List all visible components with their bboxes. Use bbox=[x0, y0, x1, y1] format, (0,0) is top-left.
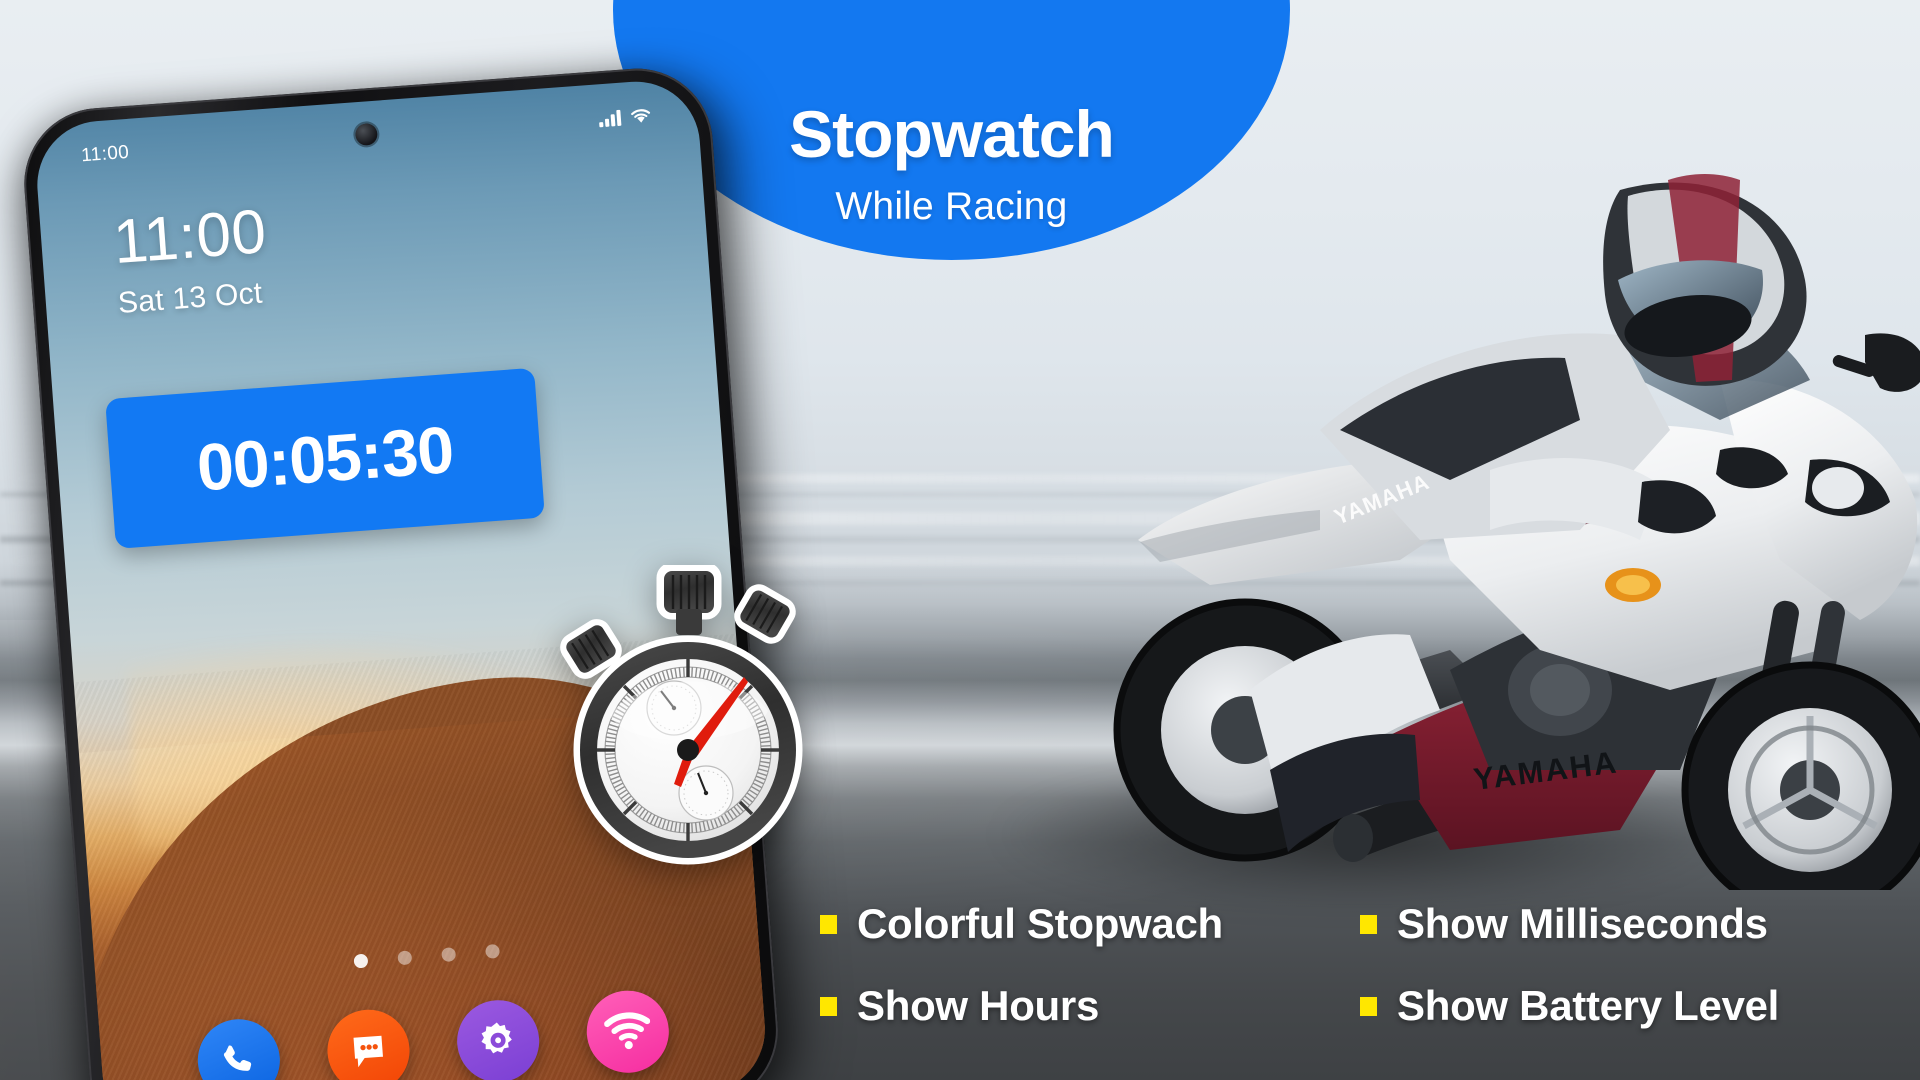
motorcycle-image: R1 YAMAHA bbox=[1113, 174, 1920, 890]
wifi-app-icon[interactable] bbox=[583, 987, 672, 1076]
app-title: Stopwatch bbox=[789, 97, 1115, 171]
bullet-icon bbox=[820, 914, 837, 934]
messages-app-icon[interactable] bbox=[324, 1006, 413, 1080]
lock-screen-date: Sat 13 Oct bbox=[116, 276, 264, 321]
bullet-icon bbox=[820, 996, 837, 1016]
status-bar-time: 11:00 bbox=[80, 141, 130, 167]
stopwatch-widget[interactable]: 00:05:30 bbox=[105, 367, 545, 549]
stopwatch-subdial-lower bbox=[678, 765, 734, 821]
promo-banner: R1 YAMAHA bbox=[0, 0, 1920, 1080]
feature-list: Colorful Stopwach Show Milliseconds Show… bbox=[820, 900, 1900, 1030]
phone-handset-icon bbox=[223, 1045, 252, 1071]
feature-item: Show Battery Level bbox=[1360, 982, 1900, 1030]
feature-label: Show Milliseconds bbox=[1397, 900, 1768, 947]
feature-label: Show Battery Level bbox=[1397, 982, 1780, 1029]
status-bar-icons bbox=[598, 106, 652, 127]
gear-icon bbox=[481, 1022, 512, 1054]
settings-app-icon[interactable] bbox=[454, 997, 543, 1080]
helmet bbox=[1603, 174, 1807, 386]
front-wheel bbox=[1681, 661, 1920, 890]
bullet-icon bbox=[1360, 996, 1377, 1016]
lock-screen-time: 11:00 bbox=[111, 197, 269, 278]
feature-label: Show Hours bbox=[857, 982, 1100, 1029]
page-dot[interactable] bbox=[485, 943, 501, 959]
stopwatch-time-value: 00:05:30 bbox=[194, 412, 456, 505]
chat-bubble-icon bbox=[353, 1035, 383, 1068]
wifi-icon bbox=[631, 108, 651, 123]
phone-app-icon[interactable] bbox=[194, 1016, 283, 1080]
feature-item: Show Milliseconds bbox=[1360, 900, 1900, 948]
app-subtitle: While Racing bbox=[835, 185, 1068, 228]
lock-screen-clock: 11:00 Sat 13 Oct bbox=[111, 197, 272, 321]
page-dot[interactable] bbox=[397, 950, 413, 966]
bullet-icon bbox=[1360, 914, 1377, 934]
feature-item: Colorful Stopwach bbox=[820, 900, 1360, 948]
wifi-signal-icon bbox=[603, 1012, 651, 1050]
feature-item: Show Hours bbox=[820, 982, 1360, 1030]
page-dot[interactable] bbox=[441, 947, 457, 963]
signal-bars-icon bbox=[598, 108, 622, 127]
feature-label: Colorful Stopwach bbox=[857, 900, 1223, 947]
page-dot[interactable] bbox=[353, 953, 369, 969]
stopwatch-icon bbox=[560, 565, 803, 865]
